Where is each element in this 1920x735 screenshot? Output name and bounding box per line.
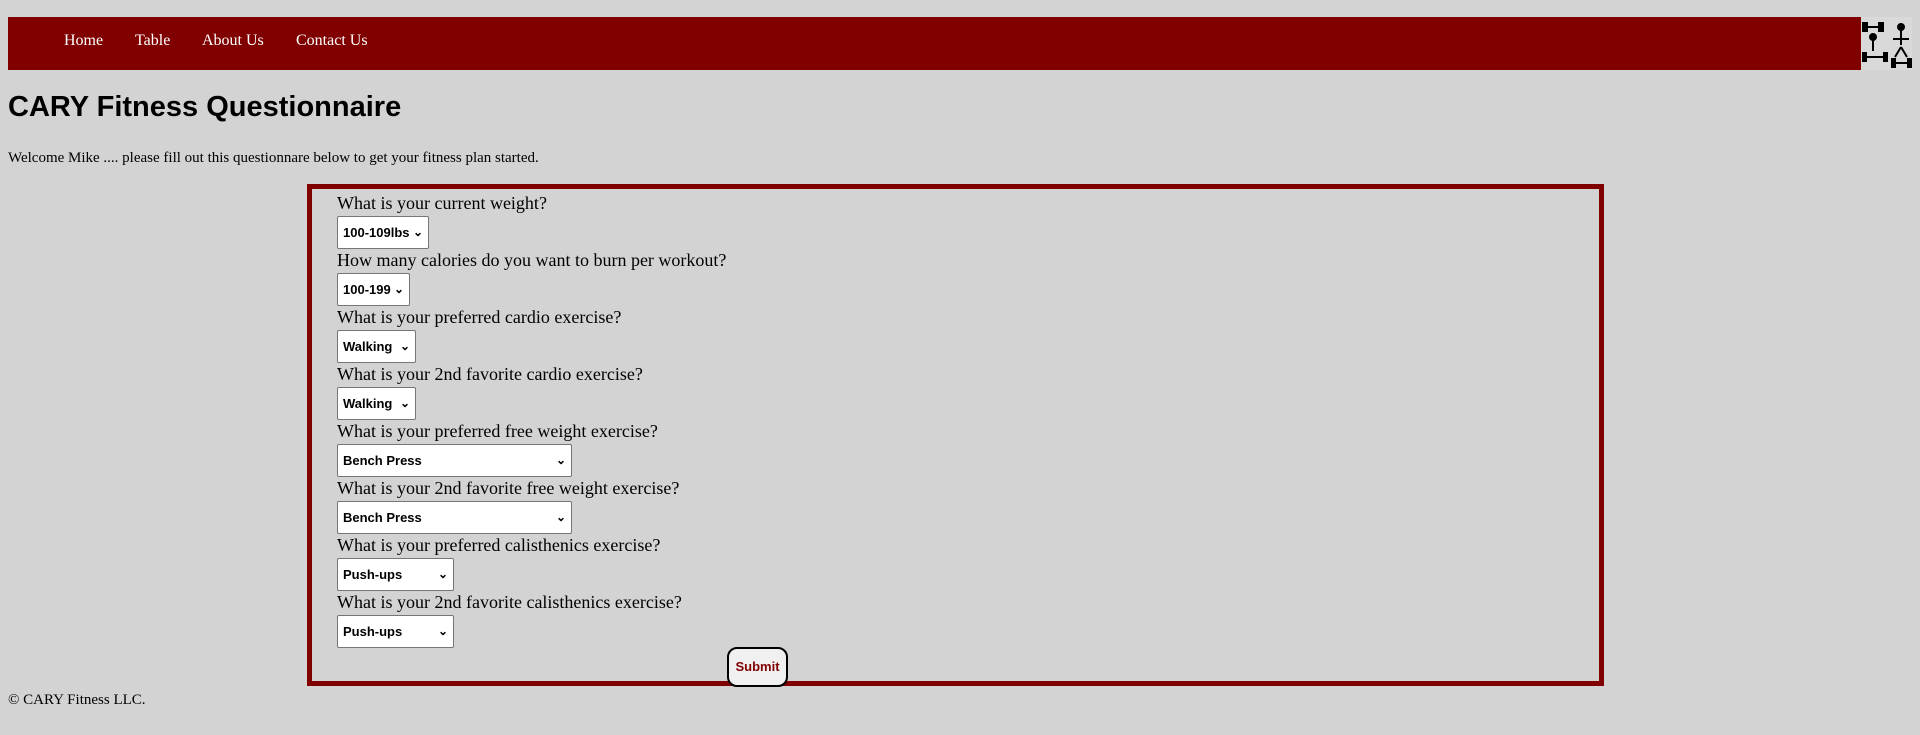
- questionnaire-form: What is your current weight? 100-109lbs ⌄…: [307, 184, 1604, 687]
- welcome-message: Welcome Mike .... please fill out this q…: [8, 150, 539, 166]
- question-calisthenics-label: What is your preferred calisthenics exer…: [337, 535, 661, 555]
- question-weight-label: What is your current weight?: [337, 193, 547, 213]
- nav-contact-link[interactable]: Contact Us: [296, 32, 368, 50]
- question-freeweight-label: What is your preferred free weight exerc…: [337, 421, 658, 441]
- chevron-down-icon: ⌄: [437, 567, 448, 581]
- question-cardio2-label: What is your 2nd favorite cardio exercis…: [337, 364, 643, 384]
- chevron-down-icon: ⌄: [399, 339, 410, 353]
- calisthenics-select[interactable]: Push-ups ⌄: [337, 558, 454, 591]
- freeweight2-select[interactable]: Bench Press ⌄: [337, 501, 572, 534]
- chevron-down-icon: ⌄: [555, 510, 566, 524]
- chevron-down-icon: ⌄: [555, 453, 566, 467]
- nav-home-link[interactable]: Home: [64, 32, 103, 50]
- freeweight-select[interactable]: Bench Press ⌄: [337, 444, 572, 477]
- calisthenics2-select[interactable]: Push-ups ⌄: [337, 615, 454, 648]
- fitness-logo-icon: [1861, 17, 1912, 70]
- weight-select[interactable]: 100-109lbs ⌄: [337, 216, 429, 249]
- question-calories-label: How many calories do you want to burn pe…: [337, 250, 727, 270]
- footer-copyright: © CARY Fitness LLC.: [8, 692, 146, 708]
- calories-select[interactable]: 100-199 ⌄: [337, 273, 410, 306]
- nav-table-link[interactable]: Table: [135, 32, 170, 50]
- chevron-down-icon: ⌄: [399, 396, 410, 410]
- nav-about-link[interactable]: About Us: [202, 32, 264, 50]
- navbar: Home Table About Us Contact Us: [8, 17, 1912, 70]
- cardio-select[interactable]: Walking ⌄: [337, 330, 416, 363]
- submit-button[interactable]: Submit: [727, 647, 788, 687]
- cardio2-select[interactable]: Walking ⌄: [337, 387, 416, 420]
- chevron-down-icon: ⌄: [393, 282, 404, 296]
- question-cardio-label: What is your preferred cardio exercise?: [337, 307, 622, 327]
- chevron-down-icon: ⌄: [412, 225, 423, 239]
- question-calisthenics2-label: What is your 2nd favorite calisthenics e…: [337, 592, 682, 612]
- chevron-down-icon: ⌄: [437, 624, 448, 638]
- question-freeweight2-label: What is your 2nd favorite free weight ex…: [337, 478, 680, 498]
- page-title: CARY Fitness Questionnaire: [8, 91, 402, 123]
